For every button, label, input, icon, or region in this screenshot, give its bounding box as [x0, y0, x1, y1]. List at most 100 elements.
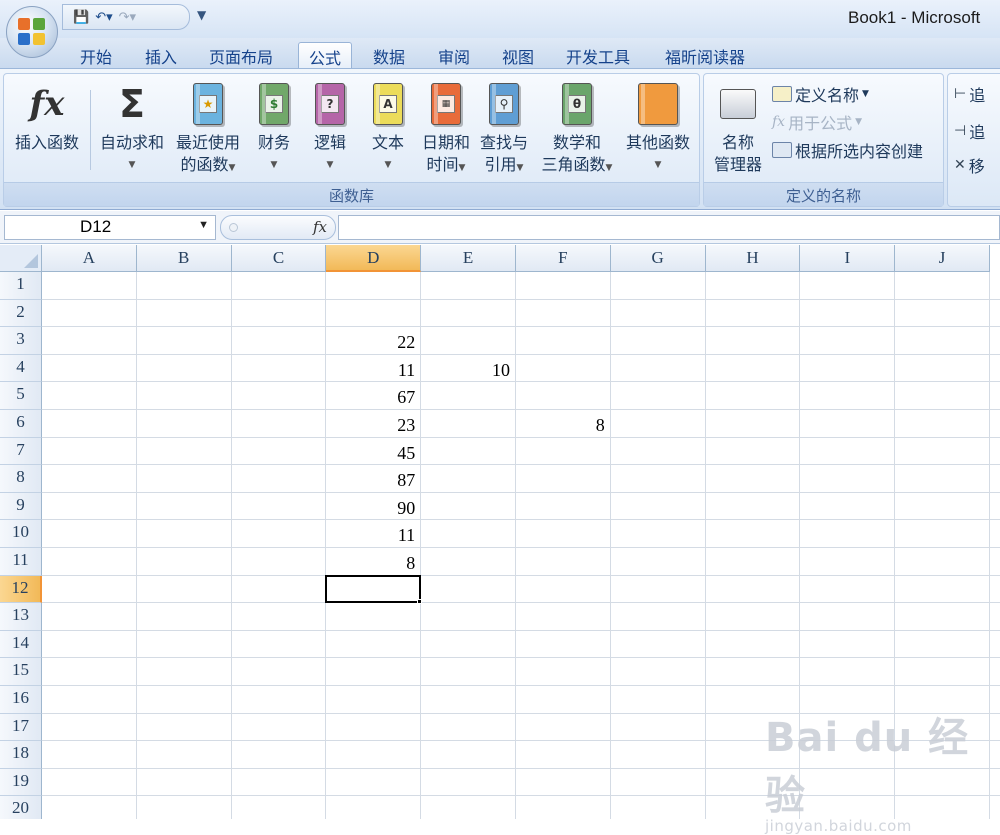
- cell-d7[interactable]: 45: [326, 438, 421, 465]
- column-header-a[interactable]: A: [42, 245, 137, 272]
- math-trig-button[interactable]: θ 数学和 三角函数▼: [536, 76, 618, 179]
- more-functions-button[interactable]: 其他函数 ▼: [622, 76, 694, 176]
- defined-names-group: 名称 管理器 定义名称 ▼ fx 用于公式 ▼ 根据所选内容创建 定义的名称: [703, 73, 944, 207]
- trace-dependents-button[interactable]: ⊣ 追: [954, 119, 985, 143]
- fx-small-icon: fx: [772, 114, 786, 130]
- finance-book-icon: $: [253, 80, 295, 128]
- question-book-icon: ?: [309, 80, 351, 128]
- tab-review[interactable]: 审阅: [438, 42, 470, 68]
- column-header-j[interactable]: J: [895, 245, 990, 272]
- logical-button[interactable]: ? 逻辑 ▼: [306, 76, 354, 176]
- quick-access-toolbar: 💾 ↶▾ ↷▾: [62, 4, 190, 30]
- select-all-button[interactable]: [0, 245, 42, 272]
- column-header-e[interactable]: E: [421, 245, 516, 272]
- magnifier-book-icon: ⚲: [483, 80, 525, 128]
- gridline: [42, 519, 1000, 521]
- formula-input[interactable]: [338, 215, 1000, 240]
- use-in-formula-button[interactable]: fx 用于公式 ▼: [772, 110, 862, 134]
- autosum-button[interactable]: Σ 自动求和 ▼: [94, 76, 170, 176]
- create-from-selection-icon: [772, 142, 792, 158]
- column-header-c[interactable]: C: [231, 245, 327, 272]
- row-header-16[interactable]: 16: [0, 686, 42, 714]
- function-library-label: 函数库: [4, 182, 699, 206]
- row-header-2[interactable]: 2: [0, 299, 42, 328]
- trace-precedents-button[interactable]: ⊢ 追: [954, 82, 985, 106]
- sigma-icon: Σ: [119, 82, 145, 126]
- tab-data[interactable]: 数据: [373, 42, 405, 68]
- row-header-13[interactable]: 13: [0, 603, 42, 631]
- row-header-12[interactable]: 12: [0, 575, 42, 604]
- cell-d10[interactable]: 11: [326, 520, 421, 547]
- expand-handle-icon[interactable]: [229, 223, 238, 232]
- cell-d5[interactable]: 67: [326, 382, 421, 409]
- column-header-b[interactable]: B: [136, 245, 232, 272]
- formula-auditing-group: ⊢ 追 ⊣ 追 ✕ 移: [947, 73, 1000, 207]
- cell-f6[interactable]: 8: [516, 410, 611, 437]
- fill-handle[interactable]: [417, 599, 423, 605]
- row-header-4[interactable]: 4: [0, 354, 42, 383]
- column-header-f[interactable]: F: [516, 245, 611, 272]
- cell-d11[interactable]: 8: [326, 548, 421, 575]
- row-header-19[interactable]: 19: [0, 768, 42, 797]
- cell-e4[interactable]: 10: [421, 355, 516, 382]
- name-box-value: D12: [80, 217, 112, 236]
- tab-page-layout[interactable]: 页面布局: [209, 42, 273, 68]
- date-time-button[interactable]: ▦ 日期和 时间▼: [418, 76, 474, 179]
- financial-button[interactable]: $ 财务 ▼: [250, 76, 298, 176]
- row-header-11[interactable]: 11: [0, 548, 42, 576]
- row-header-9[interactable]: 9: [0, 492, 42, 521]
- tab-home[interactable]: 开始: [80, 42, 112, 68]
- tab-foxit-reader[interactable]: 福昕阅读器: [665, 42, 745, 68]
- row-header-20[interactable]: 20: [0, 796, 42, 819]
- customize-qat-icon[interactable]: ▼: [197, 8, 206, 22]
- row-header-15[interactable]: 15: [0, 658, 42, 686]
- row-header-6[interactable]: 6: [0, 410, 42, 438]
- office-button[interactable]: [6, 6, 58, 58]
- row-header-8[interactable]: 8: [0, 465, 42, 493]
- create-from-selection-button[interactable]: 根据所选内容创建: [772, 138, 923, 162]
- insert-function-button[interactable]: fx 插入函数: [8, 76, 86, 154]
- cell-d4[interactable]: 11: [326, 355, 421, 382]
- tab-view[interactable]: 视图: [502, 42, 534, 68]
- cell-d3[interactable]: 22: [326, 327, 421, 354]
- row-header-3[interactable]: 3: [0, 327, 42, 355]
- row-header-17[interactable]: 17: [0, 713, 42, 742]
- chevron-down-icon[interactable]: ▼: [198, 219, 209, 231]
- lookup-reference-button[interactable]: ⚲ 查找与 引用▼: [476, 76, 532, 179]
- column-header-d[interactable]: D: [326, 245, 422, 272]
- insert-function-icon[interactable]: fx: [313, 218, 327, 236]
- gridline: [42, 491, 1000, 493]
- cell-d6[interactable]: 23: [326, 410, 421, 437]
- tab-developer[interactable]: 开发工具: [566, 42, 630, 68]
- column-header-h[interactable]: H: [705, 245, 801, 272]
- name-box[interactable]: D12 ▼: [4, 215, 216, 240]
- row-header-10[interactable]: 10: [0, 520, 42, 548]
- tab-formulas[interactable]: 公式: [298, 42, 353, 68]
- text-button[interactable]: A 文本 ▼: [364, 76, 412, 176]
- active-cell-outline[interactable]: [325, 574, 422, 604]
- gridline: [42, 574, 1000, 576]
- row-header-5[interactable]: 5: [0, 382, 42, 410]
- name-manager-button[interactable]: 名称 管理器: [708, 76, 768, 176]
- define-name-button[interactable]: 定义名称 ▼: [772, 82, 869, 106]
- save-icon[interactable]: 💾: [73, 11, 89, 24]
- fx-icon: fx: [29, 84, 65, 124]
- dropdown-arrow-icon: ▼: [128, 160, 136, 170]
- row-header-18[interactable]: 18: [0, 741, 42, 769]
- column-header-i[interactable]: I: [800, 245, 896, 272]
- row-header-14[interactable]: 14: [0, 630, 42, 659]
- cell-d8[interactable]: 87: [326, 465, 421, 492]
- remove-arrows-button[interactable]: ✕ 移: [954, 153, 985, 177]
- row-header-7[interactable]: 7: [0, 437, 42, 466]
- name-manager-icon: [717, 80, 759, 128]
- recently-used-button[interactable]: ★ 最近使用 的函数▼: [172, 76, 244, 179]
- trace-precedents-icon: ⊢: [954, 86, 967, 102]
- column-header-g[interactable]: G: [610, 245, 706, 272]
- undo-icon[interactable]: ↶▾: [95, 11, 112, 24]
- row-header-1[interactable]: 1: [0, 272, 42, 300]
- window-title: Book1 - Microsoft: [848, 8, 981, 27]
- tab-insert[interactable]: 插入: [145, 42, 177, 68]
- redo-icon[interactable]: ↷▾: [119, 11, 136, 24]
- cell-d9[interactable]: 90: [326, 493, 421, 520]
- gridline: [42, 657, 1000, 659]
